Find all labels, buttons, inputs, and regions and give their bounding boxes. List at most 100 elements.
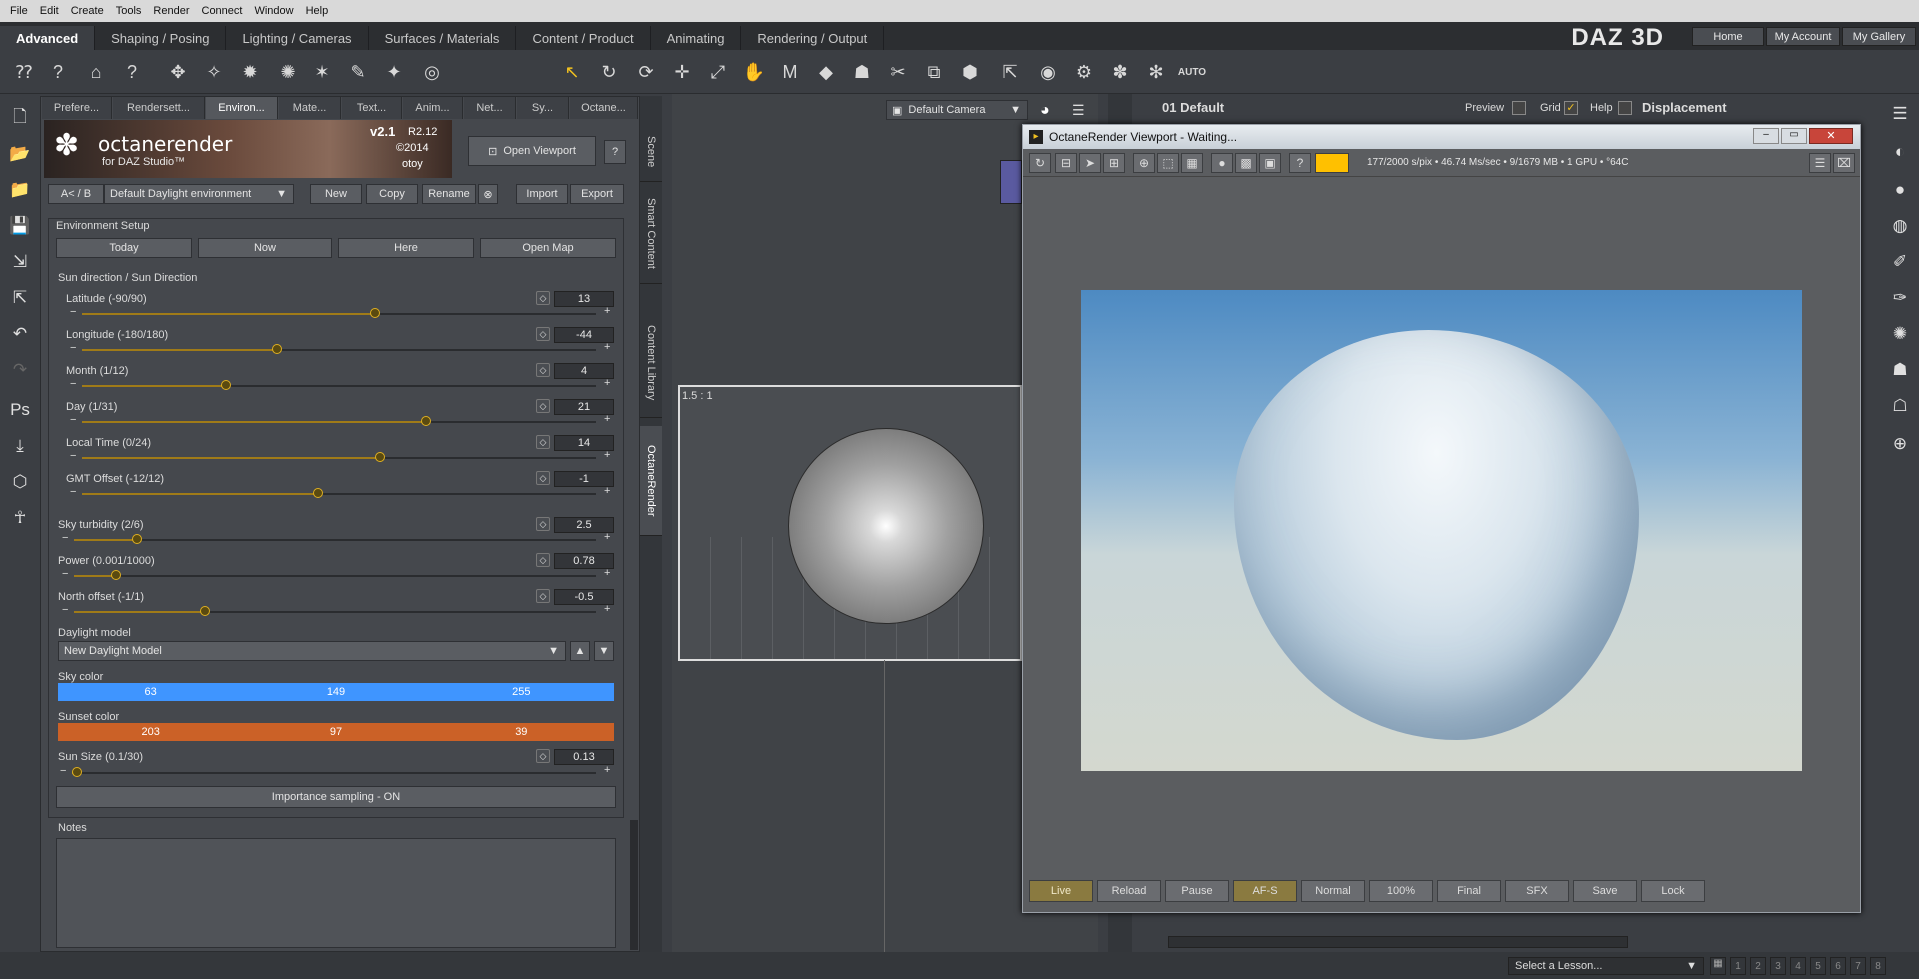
point-light-icon[interactable]: ✦	[382, 60, 406, 84]
minimize-icon[interactable]: –	[1753, 128, 1779, 144]
menu-edit[interactable]: Edit	[34, 5, 65, 17]
spot-icon[interactable]: ✶	[310, 60, 334, 84]
plus-icon[interactable]: +	[604, 377, 610, 389]
environment-preset-select[interactable]: Default Daylight environment ▼	[104, 184, 294, 204]
keyframe-icon[interactable]: ◇	[536, 363, 550, 377]
scale-icon[interactable]: ⤢	[706, 60, 730, 84]
figure-alt-icon[interactable]: ☖	[1886, 392, 1914, 420]
lesson-select[interactable]: Select a Lesson... ▼	[1508, 957, 1704, 975]
undo-icon[interactable]: ↶	[6, 320, 34, 348]
pose-icon[interactable]: ✋	[742, 60, 766, 84]
tab-network[interactable]: Net...	[464, 97, 516, 119]
tab-materials[interactable]: Mate...	[279, 97, 341, 119]
tab-system[interactable]: Sy...	[517, 97, 569, 119]
image-icon[interactable]: ▣	[1259, 153, 1281, 173]
plus-icon[interactable]: +	[604, 764, 610, 776]
edit-icon[interactable]: ✐	[1886, 248, 1914, 276]
importance-sampling-toggle[interactable]: Importance sampling - ON	[56, 786, 616, 808]
tab-smart-content[interactable]: Smart Content	[640, 184, 662, 284]
sky-param-slider[interactable]	[74, 534, 596, 546]
web-icon[interactable]: ⊕	[1886, 430, 1914, 458]
menu-create[interactable]: Create	[65, 5, 110, 17]
minus-icon[interactable]: −	[70, 486, 76, 498]
sun-size-slider[interactable]	[72, 767, 596, 779]
zoom-dropdown[interactable]: 100%	[1369, 880, 1433, 902]
auto-icon[interactable]: AUTO	[1178, 60, 1206, 84]
keyframe-icon[interactable]: ◇	[536, 291, 550, 305]
keyframe-icon[interactable]: ◇	[536, 435, 550, 449]
minus-icon[interactable]: −	[62, 604, 68, 616]
notes-textarea[interactable]	[56, 838, 616, 948]
camera-tool-icon[interactable]: ⬢	[958, 60, 982, 84]
tab-content[interactable]: Content / Product	[516, 26, 651, 50]
sun-param-slider[interactable]	[82, 452, 596, 464]
drop-icon[interactable]: ⤓	[6, 432, 34, 460]
keyframe-icon[interactable]: ◇	[536, 553, 550, 567]
tab-render-settings[interactable]: Rendersett...	[113, 97, 205, 119]
import-icon[interactable]: ⇲	[6, 248, 34, 276]
render-settings-icon[interactable]: ⚙	[1072, 60, 1096, 84]
tab-advanced[interactable]: Advanced	[0, 26, 96, 50]
lesson-page-4[interactable]: 4	[1790, 957, 1806, 975]
home-button[interactable]: Home	[1692, 27, 1764, 46]
panel-scrollbar[interactable]	[630, 820, 638, 950]
lock-dropdown[interactable]: Lock	[1641, 880, 1705, 902]
grid-checkbox[interactable]: ✓	[1564, 101, 1578, 115]
save-dropdown[interactable]: Save	[1573, 880, 1637, 902]
plus-icon[interactable]: +	[604, 485, 610, 497]
select-icon[interactable]: ↖	[560, 60, 584, 84]
lesson-page-6[interactable]: 6	[1830, 957, 1846, 975]
region-icon[interactable]: ⧉	[922, 60, 946, 84]
sun-param-slider[interactable]	[82, 488, 596, 500]
plus-icon[interactable]: +	[604, 413, 610, 425]
plus-icon[interactable]: +	[604, 305, 610, 317]
help-button[interactable]: ?	[604, 140, 626, 164]
final-button[interactable]: Final	[1437, 880, 1501, 902]
orbit-icon[interactable]: ⟳	[634, 60, 658, 84]
minus-icon[interactable]: −	[62, 568, 68, 580]
minus-icon[interactable]: −	[70, 378, 76, 390]
render-icon[interactable]: ◉	[1036, 60, 1060, 84]
tab-shaping[interactable]: Shaping / Posing	[95, 26, 227, 50]
keyframe-icon[interactable]: ◇	[536, 749, 550, 763]
figure-pose-icon[interactable]: ☗	[1886, 356, 1914, 384]
translate-icon[interactable]: ✛	[670, 60, 694, 84]
list-icon[interactable]: ☰	[1809, 153, 1831, 173]
tab-animation[interactable]: Anim...	[403, 97, 463, 119]
pause-button[interactable]: Pause	[1165, 880, 1229, 902]
timeline-scrollbar[interactable]	[1168, 936, 1628, 948]
plus-icon[interactable]: +	[604, 449, 610, 461]
render-color-swatch[interactable]	[1315, 153, 1349, 173]
sky-param-slider[interactable]	[74, 570, 596, 582]
sunset-color-swatch[interactable]: 203 97 39	[58, 723, 614, 741]
help-checkbox[interactable]	[1618, 101, 1632, 115]
tab-content-library[interactable]: Content Library	[640, 308, 662, 418]
minus-icon[interactable]: −	[62, 532, 68, 544]
lesson-page-2[interactable]: 2	[1750, 957, 1766, 975]
sphere-icon[interactable]: ●	[1886, 176, 1914, 204]
menu-help[interactable]: Help	[300, 5, 335, 17]
joint-icon[interactable]: ✂	[886, 60, 910, 84]
lesson-page-1[interactable]: 1	[1730, 957, 1746, 975]
daylight-model-select[interactable]: New Daylight Model ▼	[58, 641, 566, 661]
tab-surfaces[interactable]: Surfaces / Materials	[369, 26, 517, 50]
whats-this-icon[interactable]: ⁇	[12, 60, 36, 84]
minus-icon[interactable]: −	[60, 765, 66, 777]
lesson-page-3[interactable]: 3	[1770, 957, 1786, 975]
lesson-page-7[interactable]: 7	[1850, 957, 1866, 975]
tab-preferences[interactable]: Prefere...	[42, 97, 112, 119]
open-map-button[interactable]: Open Map	[480, 238, 616, 258]
move-down-icon[interactable]: ▼	[594, 641, 614, 661]
lesson-page-8[interactable]: 8	[1870, 957, 1886, 975]
save-icon[interactable]: 💾	[6, 212, 34, 240]
tab-octanerender[interactable]: OctaneRender	[640, 426, 662, 536]
preview-checkbox[interactable]	[1512, 101, 1526, 115]
focus-picker-icon[interactable]: ⊕	[1133, 153, 1155, 173]
record-icon[interactable]: ●	[1211, 153, 1233, 173]
light-bulb-icon[interactable]: ✺	[1886, 320, 1914, 348]
pose-figure-icon[interactable]: ☥	[6, 504, 34, 532]
keyframe-icon[interactable]: ◇	[536, 327, 550, 341]
minus-icon[interactable]: −	[70, 414, 76, 426]
minus-icon[interactable]: −	[70, 342, 76, 354]
keyframe-icon[interactable]: ◇	[536, 471, 550, 485]
